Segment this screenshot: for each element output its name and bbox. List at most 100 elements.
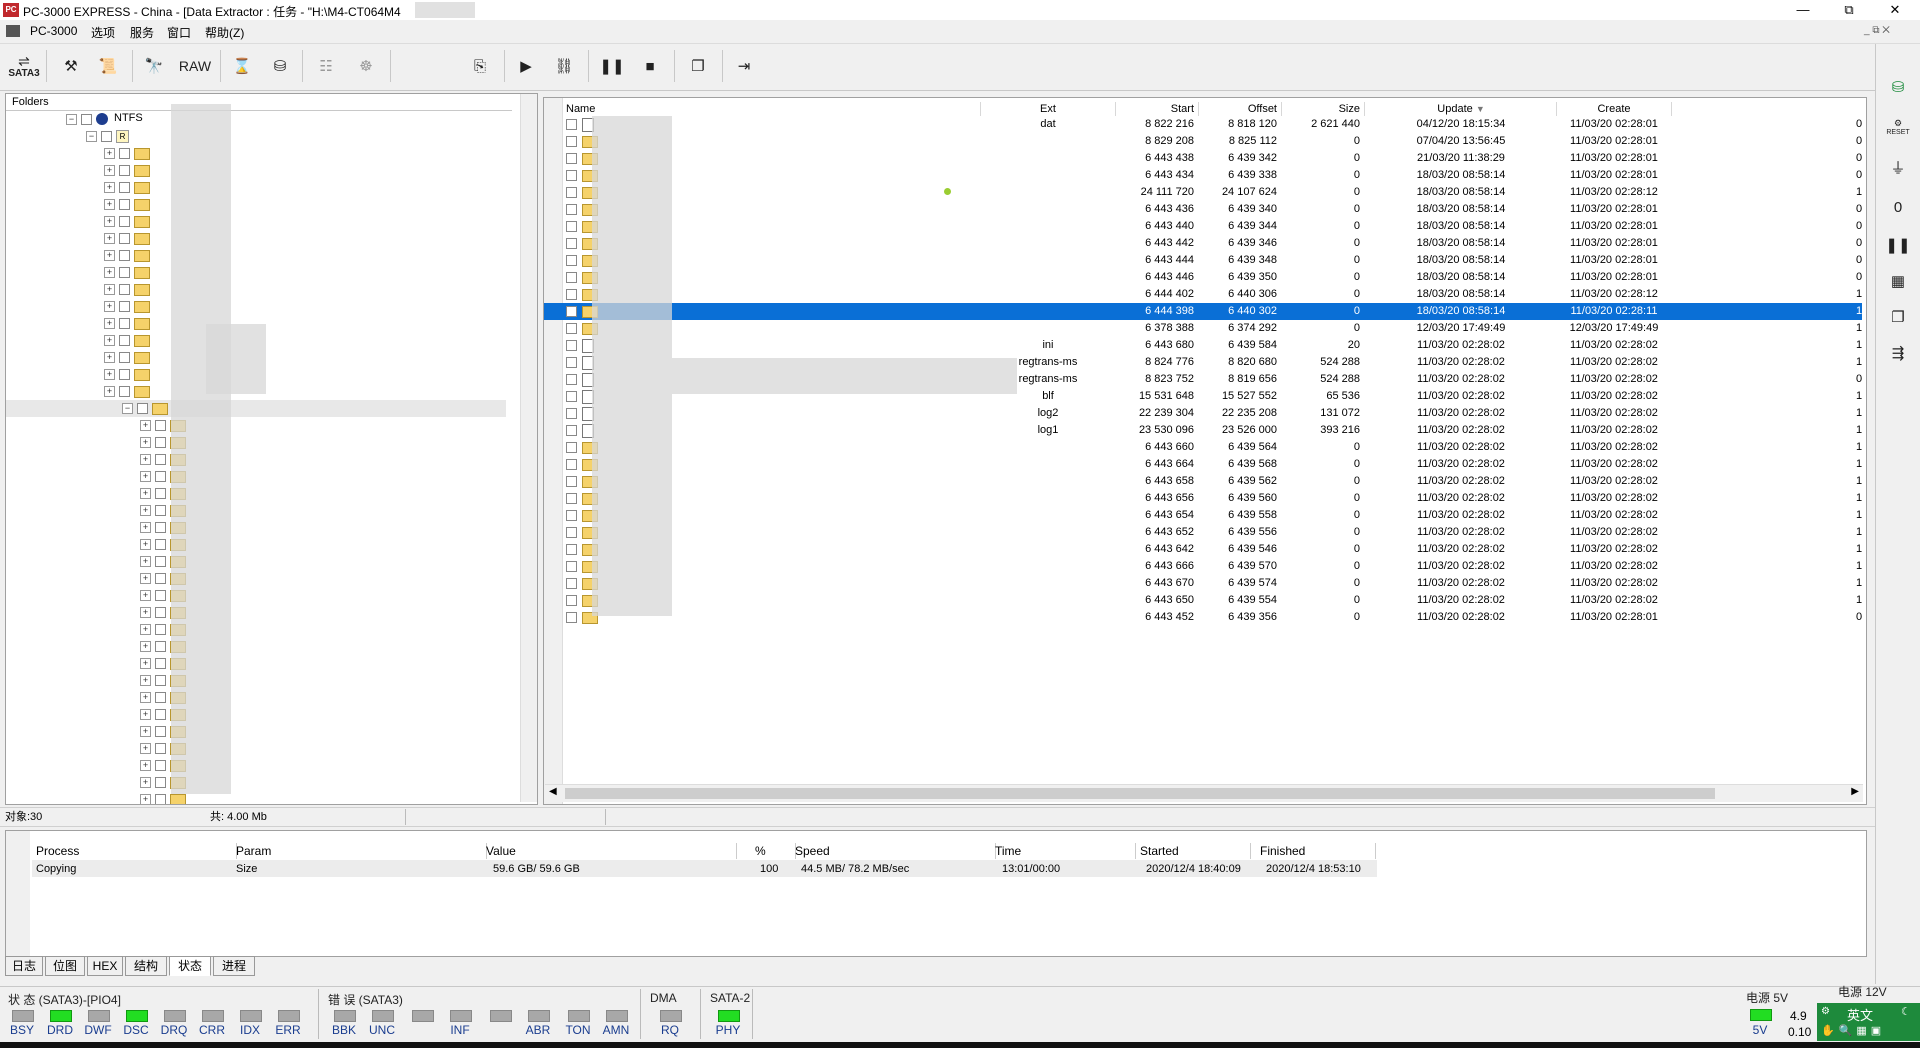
- table-row[interactable]: 6 443 434 6 439 338 0 18/03/20 08:58:14 11/0…: [544, 167, 1862, 184]
- menu-service[interactable]: 服务: [130, 24, 154, 41]
- tree-settings-icon[interactable]: ☸: [350, 50, 382, 82]
- tree-checkbox[interactable]: [119, 267, 130, 278]
- row-checkbox[interactable]: [566, 459, 577, 470]
- table-row[interactable]: 6 443 436 6 439 340 0 18/03/20 08:58:14 11/0…: [544, 201, 1862, 218]
- table-row[interactable]: 6 443 444 6 439 348 0 18/03/20 08:58:14 11/0…: [544, 252, 1862, 269]
- tree-item[interactable]: +: [6, 298, 506, 315]
- horizontal-scrollbar[interactable]: ◀ ▶: [545, 784, 1863, 802]
- row-checkbox[interactable]: [566, 493, 577, 504]
- tree-checkbox[interactable]: [155, 471, 166, 482]
- column-ext[interactable]: Ext: [981, 102, 1116, 116]
- tree-item[interactable]: +: [6, 230, 506, 247]
- row-checkbox[interactable]: [566, 612, 577, 623]
- tree-item[interactable]: +: [6, 196, 506, 213]
- tree-item[interactable]: +: [6, 638, 506, 655]
- tree-checkbox[interactable]: [155, 641, 166, 652]
- expand-toggle-icon[interactable]: +: [104, 301, 115, 312]
- tree-checkbox[interactable]: [155, 556, 166, 567]
- row-checkbox[interactable]: [566, 187, 577, 198]
- expand-toggle-icon[interactable]: +: [104, 386, 115, 397]
- column-size[interactable]: Size: [1282, 102, 1365, 116]
- expand-toggle-icon[interactable]: +: [140, 726, 151, 737]
- table-row[interactable]: 6 443 650 6 439 554 0 11/03/20 02:28:02 11/0…: [544, 592, 1862, 609]
- tree-root[interactable]: − NTFS: [6, 111, 506, 128]
- row-checkbox[interactable]: [566, 391, 577, 402]
- zero-volt-icon[interactable]: 0: [1882, 192, 1914, 222]
- table-row[interactable]: log1 23 530 096 23 526 000 393 216 11/03/20 …: [544, 422, 1862, 439]
- expand-toggle-icon[interactable]: +: [104, 352, 115, 363]
- expand-toggle-icon[interactable]: +: [140, 556, 151, 567]
- hourglass-icon[interactable]: ⌛: [226, 50, 258, 82]
- scroll-icon[interactable]: 📜: [92, 50, 124, 82]
- sata3-button[interactable]: ⇌ SATA3: [6, 50, 42, 82]
- tree-checkbox[interactable]: [81, 114, 92, 125]
- tree-item[interactable]: +: [6, 587, 506, 604]
- tree-item[interactable]: +: [6, 468, 506, 485]
- ime-language[interactable]: 英文: [1847, 1005, 1873, 1024]
- export-icon[interactable]: ⎘: [464, 50, 496, 82]
- tree-checkbox[interactable]: [137, 403, 148, 414]
- row-checkbox[interactable]: [566, 442, 577, 453]
- stop-icon[interactable]: ■: [634, 50, 666, 82]
- tree-item[interactable]: −: [6, 400, 506, 417]
- connector-icon[interactable]: ⇶: [1882, 338, 1914, 368]
- tree-item[interactable]: +: [6, 621, 506, 638]
- windows-icon[interactable]: ❐: [682, 50, 714, 82]
- menu-options[interactable]: 选项: [91, 24, 115, 41]
- table-row[interactable]: 8 829 208 8 825 112 0 07/04/20 13:56:45 11/0…: [544, 133, 1862, 150]
- scroll-right-icon[interactable]: ▶: [1851, 786, 1859, 797]
- table-row[interactable]: 6 443 440 6 439 344 0 18/03/20 08:58:14 11/0…: [544, 218, 1862, 235]
- tree-checkbox[interactable]: [155, 794, 166, 804]
- expand-toggle-icon[interactable]: +: [140, 777, 151, 788]
- tree-item[interactable]: +: [6, 774, 506, 791]
- row-checkbox[interactable]: [566, 510, 577, 521]
- expand-toggle-icon[interactable]: +: [140, 471, 151, 482]
- table-row[interactable]: dat 8 822 216 8 818 120 2 621 440 04/12/20 1…: [544, 116, 1862, 133]
- expand-toggle-icon[interactable]: +: [140, 488, 151, 499]
- tree-checkbox[interactable]: [155, 675, 166, 686]
- table-row[interactable]: 6 443 442 6 439 346 0 18/03/20 08:58:14 11/0…: [544, 235, 1862, 252]
- tree-checkbox[interactable]: [155, 709, 166, 720]
- tree-checkbox[interactable]: [119, 386, 130, 397]
- expand-toggle-icon[interactable]: +: [104, 216, 115, 227]
- row-checkbox[interactable]: [566, 306, 577, 317]
- expand-toggle-icon[interactable]: +: [140, 675, 151, 686]
- tab-status[interactable]: 状态: [169, 956, 211, 976]
- tree-checkbox[interactable]: [155, 488, 166, 499]
- chip-icon[interactable]: ▦: [1882, 266, 1914, 296]
- row-checkbox[interactable]: [566, 221, 577, 232]
- tree-checkbox[interactable]: [119, 301, 130, 312]
- tree-checkbox[interactable]: [155, 760, 166, 771]
- table-row[interactable]: 6 443 652 6 439 556 0 11/03/20 02:28:02 11/0…: [544, 524, 1862, 541]
- column-name[interactable]: Name: [562, 102, 981, 116]
- table-row[interactable]: log2 22 239 304 22 235 208 131 072 11/03/20 …: [544, 405, 1862, 422]
- tree-checkbox[interactable]: [119, 216, 130, 227]
- tree-checkbox[interactable]: [119, 369, 130, 380]
- tree-checkbox[interactable]: [119, 335, 130, 346]
- tree-item[interactable]: +: [6, 604, 506, 621]
- tree-item[interactable]: +: [6, 723, 506, 740]
- tree-item[interactable]: +: [6, 553, 506, 570]
- tree-item[interactable]: +: [6, 281, 506, 298]
- ime-indicator[interactable]: ⚙ 英文 ☾ ✋🔍▦▣: [1817, 1003, 1920, 1041]
- tree-item[interactable]: +: [6, 502, 506, 519]
- expand-toggle-icon[interactable]: +: [104, 148, 115, 159]
- tree-item[interactable]: +: [6, 485, 506, 502]
- tree-item[interactable]: +: [6, 706, 506, 723]
- column-create[interactable]: Create: [1557, 102, 1672, 116]
- tree-item[interactable]: +: [6, 451, 506, 468]
- tree-item[interactable]: +: [6, 536, 506, 553]
- tree-checkbox[interactable]: [119, 199, 130, 210]
- row-checkbox[interactable]: [566, 374, 577, 385]
- expand-toggle-icon[interactable]: +: [104, 267, 115, 278]
- tree-checkbox[interactable]: [119, 318, 130, 329]
- database-icon[interactable]: ⛁: [1882, 72, 1914, 102]
- tree-item[interactable]: +: [6, 791, 506, 804]
- row-checkbox[interactable]: [566, 272, 577, 283]
- table-row[interactable]: 6 443 664 6 439 568 0 11/03/20 02:28:02 11/0…: [544, 456, 1862, 473]
- tree-checkbox[interactable]: [155, 590, 166, 601]
- expand-toggle-icon[interactable]: +: [140, 709, 151, 720]
- table-row[interactable]: 6 444 398 6 440 302 0 18/03/20 08:58:14 11/0…: [544, 303, 1862, 320]
- pause-icon[interactable]: ❚❚: [1882, 230, 1914, 260]
- app-menu-icon[interactable]: [6, 25, 20, 37]
